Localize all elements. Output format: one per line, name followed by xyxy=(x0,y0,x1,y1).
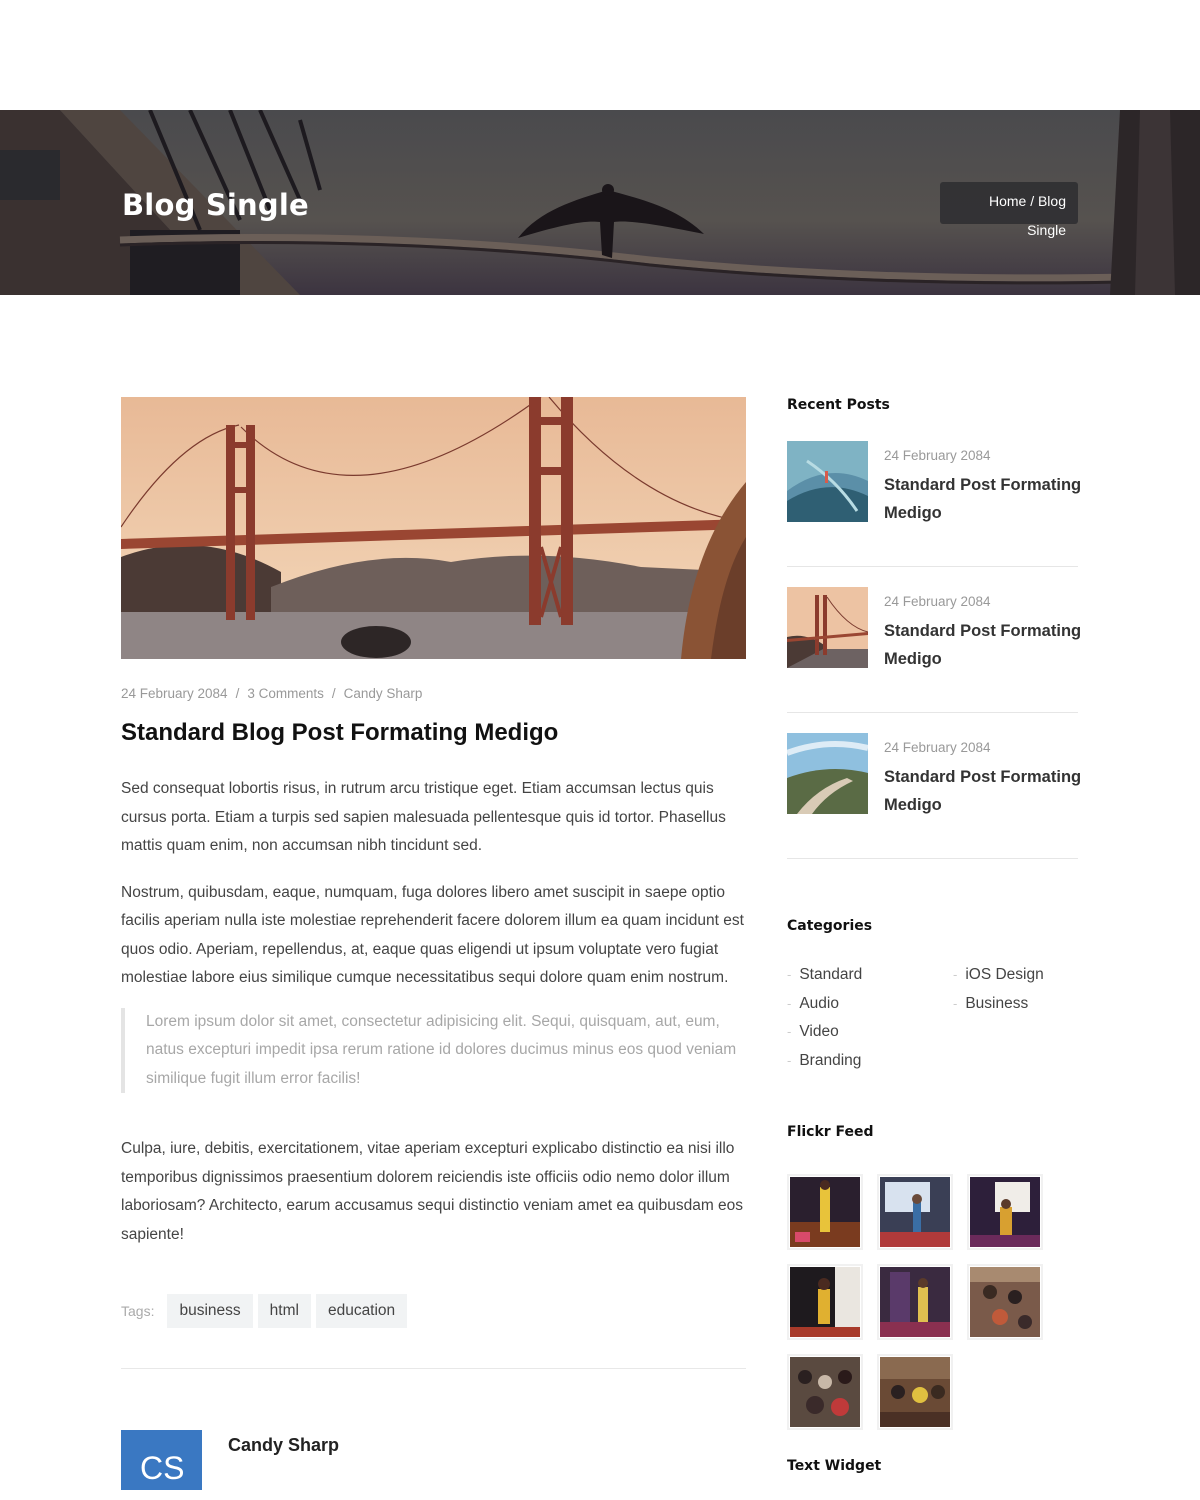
post-author-link[interactable]: Candy Sharp xyxy=(344,686,423,701)
author-box: CS Candy Sharp xyxy=(121,1430,746,1490)
flickr-photo[interactable] xyxy=(967,1264,1043,1340)
text-widget-title: Text Widget xyxy=(787,1458,882,1474)
flickr-photo[interactable] xyxy=(877,1264,953,1340)
category-video[interactable]: - Video xyxy=(787,1018,862,1047)
category-branding[interactable]: - Branding xyxy=(787,1047,862,1076)
post-paragraph: Sed consequat lobortis risus, in rutrum … xyxy=(121,780,726,854)
post-paragraph: Nostrum, quibusdam, eaque, numquam, fuga… xyxy=(121,883,744,987)
page-title: Blog Single xyxy=(122,188,309,222)
recent-post-date: 24 February 2084 xyxy=(884,448,991,463)
categories-list: - Standard - Audio - Video - Branding - iOS D… xyxy=(787,961,1078,1081)
recent-posts-list: 24 February 2084 Standard Post Formating… xyxy=(787,441,1081,859)
category-bullet: - xyxy=(787,1024,792,1040)
sidebar: Recent Posts 24 February 2084 Standard P… xyxy=(787,397,1081,1434)
recent-post-date: 24 February 2084 xyxy=(884,594,991,609)
category-label[interactable]: Standard xyxy=(799,966,862,983)
category-bullet: - xyxy=(953,995,958,1011)
post-paragraph: Culpa, iure, debitis, exercitationem, vi… xyxy=(121,1140,744,1243)
flickr-photo[interactable] xyxy=(787,1354,863,1430)
meta-separator: / xyxy=(331,686,336,701)
recent-post-title[interactable]: Standard Post Formating Medigo xyxy=(884,471,1084,527)
recent-posts-title: Recent Posts xyxy=(787,397,890,413)
post-title: Standard Blog Post Formating Medigo xyxy=(121,719,559,746)
breadcrumb-current: Single xyxy=(1027,222,1066,238)
recent-post-item[interactable]: 24 February 2084 Standard Post Formating… xyxy=(787,441,1081,567)
page-hero: Blog Single Home / Blog Single xyxy=(0,110,1200,295)
category-ios-design[interactable]: - iOS Design xyxy=(953,961,1044,990)
recent-post-item[interactable]: 24 February 2084 Standard Post Formating… xyxy=(787,733,1081,859)
category-bullet: - xyxy=(787,967,792,982)
breadcrumb-path[interactable]: Home / Blog xyxy=(989,193,1066,209)
tag-business[interactable]: business xyxy=(167,1294,253,1328)
flickr-widget: Flickr Feed xyxy=(787,1124,1078,1434)
recent-post-thumbnail[interactable] xyxy=(787,441,868,522)
tag-html[interactable]: html xyxy=(257,1294,311,1328)
flickr-photo[interactable] xyxy=(877,1174,953,1250)
category-standard[interactable]: - Standard xyxy=(787,961,862,990)
post-tags: Tags: business html education xyxy=(121,1294,746,1328)
category-business[interactable]: - Business xyxy=(953,990,1044,1019)
recent-post-title[interactable]: Standard Post Formating Medigo xyxy=(884,763,1084,819)
meta-separator: / xyxy=(235,686,240,701)
recent-post-date: 24 February 2084 xyxy=(884,740,991,755)
category-label[interactable]: Video xyxy=(799,1023,838,1040)
featured-image xyxy=(121,397,746,659)
category-label[interactable]: iOS Design xyxy=(965,966,1043,983)
flickr-title: Flickr Feed xyxy=(787,1124,874,1140)
post-blockquote: Lorem ipsum dolor sit amet, consectetur … xyxy=(121,1007,741,1093)
flickr-photo[interactable] xyxy=(787,1174,863,1250)
category-bullet: - xyxy=(787,995,792,1011)
recent-post-item[interactable]: 24 February 2084 Standard Post Formating… xyxy=(787,587,1081,713)
author-avatar: CS xyxy=(121,1430,202,1490)
recent-post-thumbnail[interactable] xyxy=(787,587,868,668)
recent-post-thumbnail[interactable] xyxy=(787,733,868,814)
category-audio[interactable]: - Audio xyxy=(787,990,862,1019)
categories-widget: Categories - Standard - Audio - Video - Bran… xyxy=(787,918,1078,1081)
category-bullet: - xyxy=(953,967,958,982)
author-name[interactable]: Candy Sharp xyxy=(228,1435,339,1456)
flickr-photo[interactable] xyxy=(787,1264,863,1340)
post-content: 24 February 2084/3 Comments / Candy Sharp … xyxy=(121,397,746,1490)
post-comments-link[interactable]: 3 Comments xyxy=(247,686,324,701)
categories-title: Categories xyxy=(787,918,873,934)
content-divider xyxy=(121,1368,746,1369)
post-date: 24 February 2084 xyxy=(121,686,228,701)
tag-education[interactable]: education xyxy=(315,1294,408,1328)
category-label[interactable]: Business xyxy=(965,995,1028,1012)
post-meta: 24 February 2084 / 3 Comments / Candy Sharp xyxy=(121,686,746,701)
category-bullet: - xyxy=(787,1052,792,1068)
tags-label: Tags: xyxy=(121,1303,155,1319)
category-label[interactable]: Branding xyxy=(799,1052,861,1069)
recent-post-title[interactable]: Standard Post Formating Medigo xyxy=(884,617,1084,673)
flickr-grid xyxy=(787,1174,1047,1434)
category-label[interactable]: Audio xyxy=(799,995,839,1012)
flickr-photo[interactable] xyxy=(877,1354,953,1430)
breadcrumb: Home / Blog Single xyxy=(940,182,1078,238)
flickr-photo[interactable] xyxy=(967,1174,1043,1250)
